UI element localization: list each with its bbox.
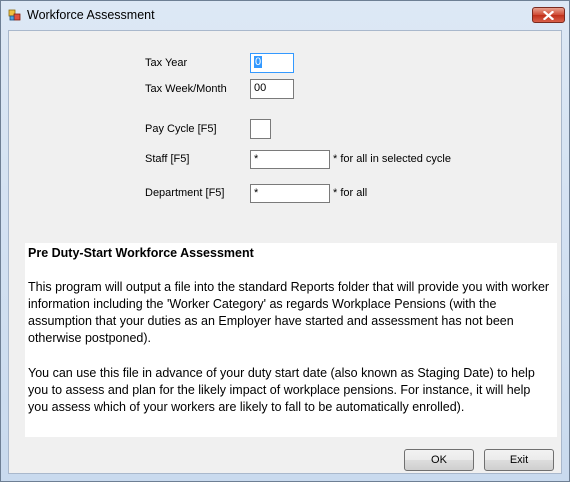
info-paragraph-2: You can use this file in advance of your… [28,366,535,414]
title-bar[interactable]: Workforce Assessment [1,1,569,30]
close-button[interactable] [532,7,565,23]
workforce-assessment-window: Workforce Assessment Tax Year 0 Tax Week… [0,0,570,482]
department-label: Department [F5] [145,187,225,199]
pay-cycle-input[interactable] [250,119,271,139]
tax-week-label: Tax Week/Month [145,83,227,95]
staff-input[interactable]: * [250,150,330,169]
info-panel: Pre Duty-Start Workforce Assessment This… [25,243,557,437]
tax-year-input[interactable]: 0 [250,53,294,73]
department-input[interactable]: * [250,184,330,203]
info-heading: Pre Duty-Start Workforce Assessment [28,246,254,260]
close-icon [543,10,554,20]
window-title: Workforce Assessment [27,8,155,22]
tax-year-value: 0 [254,56,263,68]
tax-year-label: Tax Year [145,57,188,69]
staff-label: Staff [F5] [145,153,190,165]
info-paragraph-1: This program will output a file into the… [28,280,550,345]
department-hint: * for all [333,187,368,199]
app-icon [8,8,22,22]
staff-hint: * for all in selected cycle [333,153,451,165]
dialog-body: Tax Year 0 Tax Week/Month 00 Pay Cycle [… [8,30,562,474]
exit-button[interactable]: Exit [484,449,554,471]
ok-button[interactable]: OK [404,449,474,471]
pay-cycle-label: Pay Cycle [F5] [145,123,217,135]
tax-week-input[interactable]: 00 [250,79,294,99]
